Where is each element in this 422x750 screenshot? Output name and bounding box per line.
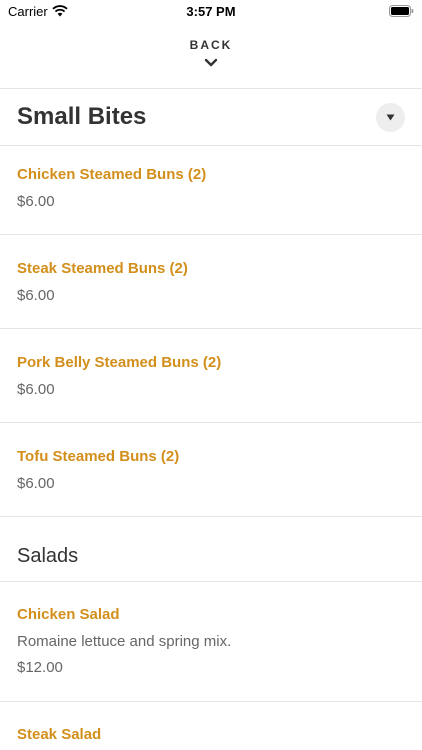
battery-icon	[389, 5, 414, 17]
status-bar: Carrier 3:57 PM	[0, 0, 422, 24]
menu-item-name[interactable]: Pork Belly Steamed Buns (2)	[17, 354, 221, 371]
menu-item-price: $6.00	[17, 475, 55, 492]
section-dropdown-button[interactable]	[376, 103, 405, 132]
menu-item-description: Romaine lettuce and spring mix.	[17, 633, 232, 650]
divider	[0, 328, 422, 329]
divider	[0, 581, 422, 582]
menu-item-name[interactable]: Steak Steamed Buns (2)	[17, 260, 188, 277]
divider	[0, 88, 422, 89]
divider	[0, 422, 422, 423]
menu-item-name[interactable]: Chicken Salad	[17, 606, 120, 623]
menu-item-price: $6.00	[17, 287, 55, 304]
divider	[0, 516, 422, 517]
menu-item-name[interactable]: Steak Salad	[17, 726, 101, 743]
divider	[0, 701, 422, 702]
section-title: Small Bites	[17, 103, 147, 130]
chevron-down-icon	[204, 58, 218, 67]
menu-item-price: $12.00	[17, 659, 63, 676]
divider	[0, 234, 422, 235]
back-label: BACK	[189, 38, 233, 52]
menu-item-price: $6.00	[17, 381, 55, 398]
back-button[interactable]: BACK	[0, 38, 422, 80]
menu-item-name[interactable]: Chicken Steamed Buns (2)	[17, 166, 206, 183]
caret-down-icon	[386, 114, 395, 121]
menu-item-price: $6.00	[17, 193, 55, 210]
menu-item-name[interactable]: Tofu Steamed Buns (2)	[17, 448, 179, 465]
status-time: 3:57 PM	[186, 4, 236, 19]
section-title: Salads	[17, 545, 79, 567]
divider	[0, 145, 422, 146]
